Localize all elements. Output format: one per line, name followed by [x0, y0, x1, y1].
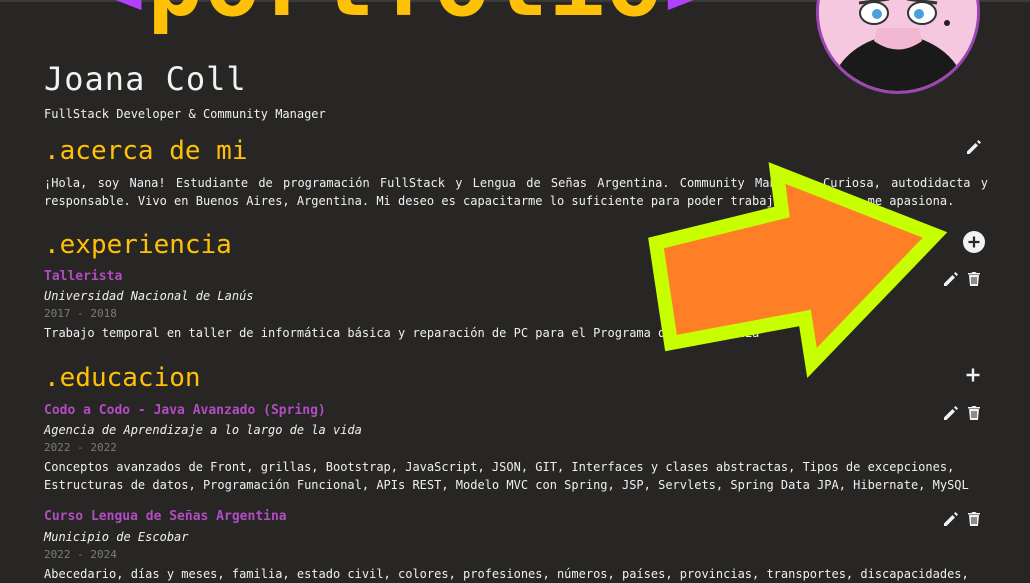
experience-section-title: .experiencia	[44, 230, 232, 260]
experience-org: Universidad Nacional de Lanús	[44, 289, 254, 303]
edit-experience-pencil-icon[interactable]	[942, 270, 960, 288]
delete-education-2-trash-icon[interactable]	[965, 510, 983, 528]
education-description-1: Conceptos avanzados de Front, grillas, B…	[44, 460, 969, 492]
experience-role: Tallerista	[44, 269, 123, 284]
banner-text: portfolio	[147, 0, 664, 37]
avatar	[816, 0, 980, 94]
experience-dates: 2017 - 2018	[44, 307, 117, 320]
education-dates-1: 2022 - 2022	[44, 441, 117, 454]
profile-name: Joana Coll	[44, 60, 247, 98]
banner-close-bracket: >	[664, 0, 721, 37]
education-section-title: .educacion	[44, 363, 201, 393]
edit-about-pencil-icon[interactable]	[965, 138, 983, 156]
education-role-1: Codo a Codo - Java Avanzado (Spring)	[44, 403, 326, 418]
experience-description: Trabajo temporal en taller de informátic…	[44, 326, 760, 340]
education-role-2: Curso Lengua de Señas Argentina	[44, 509, 287, 524]
edit-education-2-pencil-icon[interactable]	[942, 510, 960, 528]
education-org-1: Agencia de Aprendizaje a lo largo de la …	[44, 423, 362, 437]
delete-education-1-trash-icon[interactable]	[965, 404, 983, 422]
avatar-illustration	[819, 0, 977, 91]
education-org-2: Municipio de Escobar	[44, 530, 189, 544]
about-section-title: .acerca de mi	[44, 136, 248, 166]
about-text: ¡Hola, soy Nana! Estudiante de programac…	[44, 176, 988, 208]
add-education-plus-icon[interactable]	[964, 366, 982, 384]
education-dates-2: 2022 - 2024	[44, 548, 117, 561]
banner-title: <portfolio>	[90, 0, 721, 30]
banner-open-bracket: <	[90, 0, 147, 37]
delete-experience-trash-icon[interactable]	[965, 270, 983, 288]
profile-subtitle: FullStack Developer & Community Manager	[44, 107, 326, 121]
education-description-2: Abecedario, días y meses, familia, estad…	[44, 567, 969, 581]
edit-education-1-pencil-icon[interactable]	[942, 404, 960, 422]
add-experience-plus-circle-icon[interactable]	[962, 230, 986, 254]
